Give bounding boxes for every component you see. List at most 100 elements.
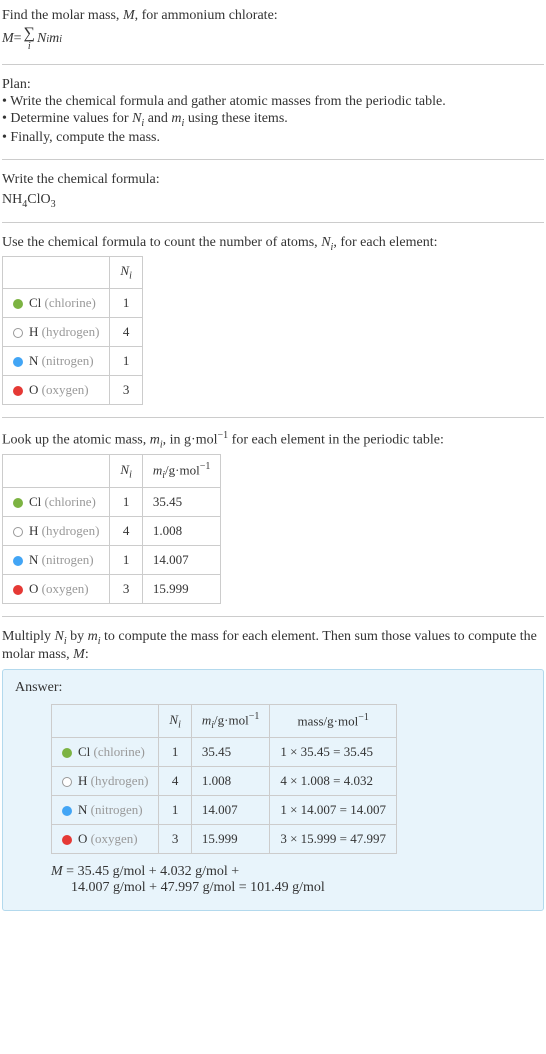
element-cell: Cl (chlorine) <box>52 738 159 767</box>
mass-cell: 1 × 35.45 = 35.45 <box>270 738 397 767</box>
count-block: Use the chemical formula to count the nu… <box>2 231 544 409</box>
element-symbol: H <box>78 773 87 788</box>
count-title: Use the chemical formula to count the nu… <box>2 235 544 253</box>
header-mass: mass/g·mol−1 <box>270 705 397 738</box>
element-dot-icon <box>13 357 23 367</box>
text: Look up the atomic mass, <box>2 433 150 448</box>
var-M: M <box>51 864 63 879</box>
exp: −1 <box>200 461 211 472</box>
text: , for each element: <box>333 235 437 250</box>
divider <box>2 417 544 418</box>
var-m: m <box>171 111 181 126</box>
molar-mass-equation: M = ∑ i Nimi <box>2 26 544 52</box>
answer-inner: Ni mi/g·mol−1 mass/g·mol−1 Cl (chlorine)… <box>15 704 531 896</box>
var-m: m <box>150 433 160 448</box>
answer-box: Answer: Ni mi/g·mol−1 mass/g·mol−1 Cl (c… <box>2 669 544 911</box>
text: /g·mol <box>214 712 249 727</box>
element-name: (chlorine) <box>94 744 145 759</box>
var-M: M <box>73 647 85 662</box>
multiply-text: Multiply Ni by mi to compute the mass fo… <box>2 629 544 663</box>
element-dot-icon <box>13 527 23 537</box>
n-cell: 1 <box>110 546 142 575</box>
table-row: N (nitrogen)114.007 <box>3 546 221 575</box>
text: /g·mol <box>165 463 200 478</box>
element-dot-icon <box>62 748 72 758</box>
element-dot-icon <box>13 299 23 309</box>
element-symbol: H <box>29 324 38 339</box>
table-header-row: Ni <box>3 257 143 289</box>
var-m: m <box>49 31 59 47</box>
element-cell: N (nitrogen) <box>3 346 110 375</box>
element-name: (nitrogen) <box>42 353 94 368</box>
text: by <box>67 629 88 644</box>
sub-i: i <box>59 34 62 45</box>
header-blank <box>3 455 110 488</box>
element-cell: O (oxygen) <box>52 825 159 854</box>
var-M: M <box>123 8 135 23</box>
table-row: N (nitrogen)114.0071 × 14.007 = 14.007 <box>52 796 397 825</box>
var-m: m <box>88 629 98 644</box>
text: , for ammonium chlorate: <box>135 8 278 23</box>
var-N: N <box>37 31 46 47</box>
element-symbol: O <box>29 382 38 397</box>
lookup-table: Ni mi/g·mol−1 Cl (chlorine)135.45H (hydr… <box>2 454 221 604</box>
mass-cell: 3 × 15.999 = 47.997 <box>270 825 397 854</box>
element-dot-icon <box>62 806 72 816</box>
header-mi: mi/g·mol−1 <box>191 705 269 738</box>
element-symbol: O <box>29 581 38 596</box>
table-row: N (nitrogen)1 <box>3 346 143 375</box>
table-row: H (hydrogen)41.008 <box>3 517 221 546</box>
divider <box>2 222 544 223</box>
plan-bullet: • Finally, compute the mass. <box>2 130 544 146</box>
m-cell: 1.008 <box>191 767 269 796</box>
text: using these items. <box>184 111 287 126</box>
element-symbol: Cl <box>29 494 41 509</box>
plan-title: Plan: <box>2 77 544 93</box>
header-mi: mi/g·mol−1 <box>142 455 220 488</box>
element-symbol: N <box>29 552 38 567</box>
element-cell: N (nitrogen) <box>3 546 110 575</box>
element-name: (nitrogen) <box>91 802 143 817</box>
answer-title: Answer: <box>15 680 531 696</box>
m-cell: 35.45 <box>191 738 269 767</box>
lookup-tbody: Cl (chlorine)135.45H (hydrogen)41.008N (… <box>3 488 221 604</box>
answer-tbody: Cl (chlorine)135.451 × 35.45 = 35.45H (h… <box>52 738 397 854</box>
var-N: N <box>169 712 178 727</box>
element-name: (oxygen) <box>91 831 138 846</box>
element-name: (hydrogen) <box>91 773 149 788</box>
sigma-icon: ∑ i <box>24 26 35 52</box>
sub-i: i <box>129 271 132 282</box>
mass-cell: 1 × 14.007 = 14.007 <box>270 796 397 825</box>
element-name: (hydrogen) <box>42 523 100 538</box>
equals: = <box>14 31 22 47</box>
element-name: (chlorine) <box>45 494 96 509</box>
answer-table: Ni mi/g·mol−1 mass/g·mol−1 Cl (chlorine)… <box>51 704 397 854</box>
text: Find the molar mass, <box>2 8 123 23</box>
element-name: (oxygen) <box>42 382 89 397</box>
mass-cell: 4 × 1.008 = 4.032 <box>270 767 397 796</box>
table-row: O (oxygen)315.9993 × 15.999 = 47.997 <box>52 825 397 854</box>
text: = 35.45 g/mol + 4.032 g/mol + <box>63 864 240 879</box>
header-Ni: Ni <box>110 257 142 289</box>
element-symbol: N <box>78 802 87 817</box>
var-m: m <box>202 712 211 727</box>
header-Ni: Ni <box>110 455 142 488</box>
element-symbol: Cl <box>78 744 90 759</box>
divider <box>2 64 544 65</box>
header-Ni: Ni <box>159 705 191 738</box>
table-row: Cl (chlorine)1 <box>3 288 143 317</box>
table-row: Cl (chlorine)135.451 × 35.45 = 35.45 <box>52 738 397 767</box>
m-cell: 14.007 <box>142 546 220 575</box>
element-dot-icon <box>13 328 23 338</box>
n-cell: 1 <box>110 488 142 517</box>
element-dot-icon <box>13 386 23 396</box>
exp: −1 <box>358 712 369 723</box>
n-cell: 1 <box>159 738 191 767</box>
divider <box>2 159 544 160</box>
element-dot-icon <box>62 835 72 845</box>
table-row: H (hydrogen)4 <box>3 317 143 346</box>
text: NH <box>2 192 22 207</box>
chemical-formula: NH4ClO3 <box>2 192 544 210</box>
plan-block: Plan: • Write the chemical formula and g… <box>2 73 544 151</box>
table-row: H (hydrogen)41.0084 × 1.008 = 4.032 <box>52 767 397 796</box>
